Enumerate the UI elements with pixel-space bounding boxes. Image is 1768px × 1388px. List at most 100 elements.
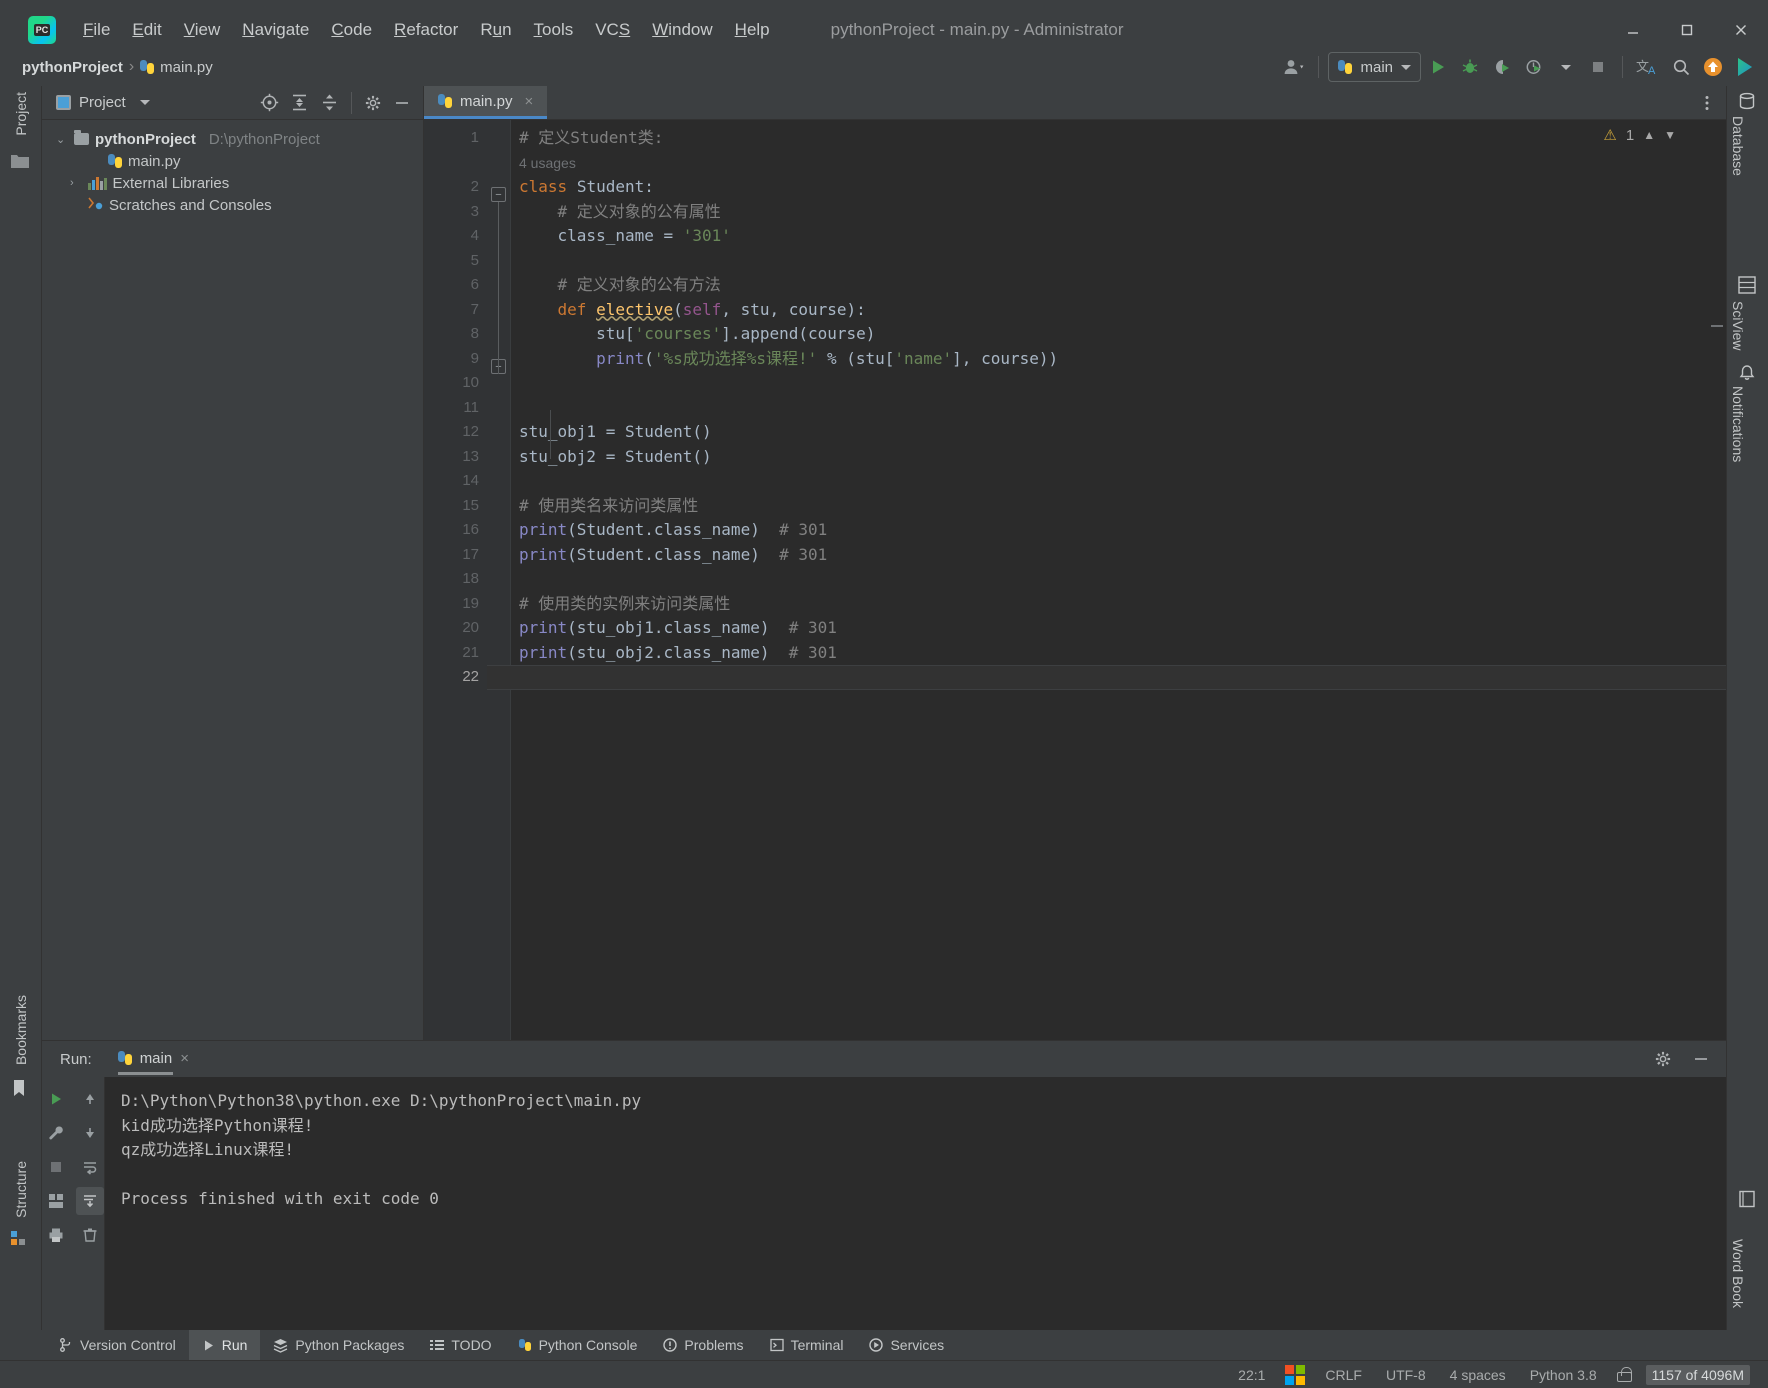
code-line[interactable]: 2 class Student: — [424, 175, 1726, 200]
indent-setting[interactable]: 4 spaces — [1446, 1365, 1510, 1385]
console-output[interactable]: D:\Python\Python38\python.exe D:\pythonP… — [105, 1077, 1726, 1330]
code-line[interactable]: 3 # 定义对象的公有属性 — [424, 200, 1726, 225]
tree-node-main-py[interactable]: main.py — [42, 150, 423, 172]
strip-tab-structure[interactable]: Structure — [13, 1161, 29, 1218]
line-number[interactable]: 4 — [424, 224, 479, 249]
code-line[interactable]: 16 print(Student.class_name) # 301 — [424, 518, 1726, 543]
bottom-tab-terminal[interactable]: Terminal — [757, 1330, 857, 1360]
structure-icon[interactable] — [10, 1230, 30, 1250]
gear-icon[interactable] — [360, 90, 386, 116]
code-line[interactable]: 10 — [424, 371, 1726, 396]
collapse-all-button[interactable] — [316, 90, 343, 116]
line-number[interactable]: 13 — [424, 445, 479, 470]
tree-expand-icon[interactable]: › — [70, 177, 82, 189]
menu-window[interactable]: Window — [641, 16, 723, 44]
usages-hint[interactable]: 4 usages — [519, 151, 576, 176]
tree-node-scratches-and-consoles[interactable]: Scratches and Consoles — [42, 194, 423, 216]
line-number[interactable]: 15 — [424, 494, 479, 519]
search-icon[interactable] — [1666, 52, 1696, 82]
line-number[interactable]: 21 — [424, 641, 479, 666]
line-number[interactable]: 5 — [424, 249, 479, 274]
line-number[interactable]: 22 — [424, 665, 479, 690]
editor-tab-main-py[interactable]: main.py × — [424, 86, 548, 119]
bottom-tab-todo[interactable]: TODO — [417, 1330, 504, 1360]
bottom-tab-run[interactable]: Run — [188, 1330, 261, 1360]
bottom-tab-problems[interactable]: Problems — [650, 1330, 756, 1360]
down-stack-button[interactable] — [76, 1119, 104, 1147]
code-line[interactable]: 22 — [424, 665, 1726, 690]
profile-button[interactable] — [1519, 52, 1549, 82]
select-opened-file-button[interactable] — [256, 90, 283, 116]
line-number[interactable]: 6 — [424, 273, 479, 298]
menu-code[interactable]: Code — [320, 16, 383, 44]
stop-run-button[interactable] — [42, 1153, 70, 1181]
tree-expand-icon[interactable]: ⌄ — [56, 133, 68, 146]
strip-tab-project[interactable]: Project — [13, 92, 29, 136]
bottom-tab-version-control[interactable]: Version Control — [46, 1330, 189, 1360]
line-separator[interactable]: CRLF — [1321, 1365, 1366, 1385]
memory-indicator[interactable]: 1157 of 4096M — [1645, 1364, 1750, 1385]
strip-tab-word-book[interactable]: Word Book — [1730, 1239, 1746, 1308]
close-icon[interactable]: × — [525, 93, 534, 110]
code-line[interactable]: 14 — [424, 469, 1726, 494]
rerun-button[interactable] — [42, 1085, 70, 1113]
close-icon[interactable]: × — [180, 1050, 189, 1067]
menu-view[interactable]: View — [173, 16, 232, 44]
soft-wrap-button[interactable] — [76, 1153, 104, 1181]
line-number[interactable]: 20 — [424, 616, 479, 641]
file-encoding[interactable]: UTF-8 — [1382, 1365, 1430, 1385]
menu-file[interactable]: File — [72, 16, 121, 44]
next-problem-icon[interactable]: ▼ — [1664, 128, 1676, 142]
menu-vcs[interactable]: VCS — [584, 16, 641, 44]
run-session-tab[interactable]: main × — [117, 1050, 189, 1075]
bell-icon[interactable] — [1738, 364, 1758, 384]
code-line[interactable]: 18 — [424, 567, 1726, 592]
line-number[interactable]: 7 — [424, 298, 479, 323]
editor-options-icon[interactable] — [1698, 86, 1716, 120]
scroll-to-end-button[interactable] — [76, 1187, 104, 1215]
print-icon[interactable] — [42, 1221, 70, 1249]
line-number[interactable]: 2 — [424, 175, 479, 200]
fold-marker-class[interactable]: − — [491, 187, 506, 202]
code-line[interactable]: 11 — [424, 396, 1726, 421]
run-configuration-selector[interactable]: main — [1328, 52, 1421, 82]
database-icon[interactable] — [1738, 92, 1758, 112]
code-line[interactable]: 9 print('%s成功选择%s课程!' % (stu['name'], co… — [424, 347, 1726, 372]
updates-icon[interactable] — [1698, 52, 1728, 82]
code-line[interactable]: 15 # 使用类名来访问类属性 — [424, 494, 1726, 519]
up-stack-button[interactable] — [76, 1085, 104, 1113]
line-number[interactable]: 8 — [424, 322, 479, 347]
chevron-down-icon[interactable] — [139, 100, 150, 105]
code-line[interactable]: 1 # 定义Student类: — [424, 126, 1726, 151]
menu-help[interactable]: Help — [724, 16, 781, 44]
breadcrumb-file[interactable]: main.py — [140, 59, 213, 76]
windows-logo-icon[interactable] — [1285, 1364, 1306, 1385]
code-line[interactable]: 8 stu['courses'].append(course) — [424, 322, 1726, 347]
line-number[interactable]: 3 — [424, 200, 479, 225]
bookmark-icon[interactable] — [10, 1078, 30, 1098]
line-number[interactable]: 19 — [424, 592, 479, 617]
code-line[interactable]: 7 def elective(self, stu, course): — [424, 298, 1726, 323]
ide-feature-trainer-icon[interactable] — [1730, 52, 1760, 82]
layout-button[interactable] — [42, 1187, 70, 1215]
tree-node-pythonproject[interactable]: ⌄ pythonProject D:\pythonProject — [42, 128, 423, 150]
code-line[interactable]: 13 stu_obj2 = Student() — [424, 445, 1726, 470]
sciview-icon[interactable] — [1738, 276, 1758, 296]
line-number[interactable]: 14 — [424, 469, 479, 494]
code-line[interactable]: 17 print(Student.class_name) # 301 — [424, 543, 1726, 568]
line-number[interactable]: 17 — [424, 543, 479, 568]
wrench-icon[interactable] — [42, 1119, 70, 1147]
stop-button[interactable] — [1583, 52, 1613, 82]
code-line[interactable]: 12 stu_obj1 = Student() — [424, 420, 1726, 445]
word-book-icon[interactable] — [1738, 1190, 1758, 1210]
tree-node-external-libraries[interactable]: › External Libraries — [42, 172, 423, 194]
code-line[interactable]: 6 # 定义对象的公有方法 — [424, 273, 1726, 298]
code-line[interactable]: 4 class_name = '301' — [424, 224, 1726, 249]
line-number[interactable]: 10 — [424, 371, 479, 396]
strip-tab-sciview[interactable]: SciView — [1730, 301, 1746, 351]
menu-edit[interactable]: Edit — [121, 16, 172, 44]
error-stripe-marker[interactable] — [1711, 325, 1723, 327]
expand-all-button[interactable] — [286, 90, 313, 116]
line-number[interactable]: 11 — [424, 396, 479, 421]
strip-tab-bookmarks[interactable]: Bookmarks — [13, 995, 29, 1065]
